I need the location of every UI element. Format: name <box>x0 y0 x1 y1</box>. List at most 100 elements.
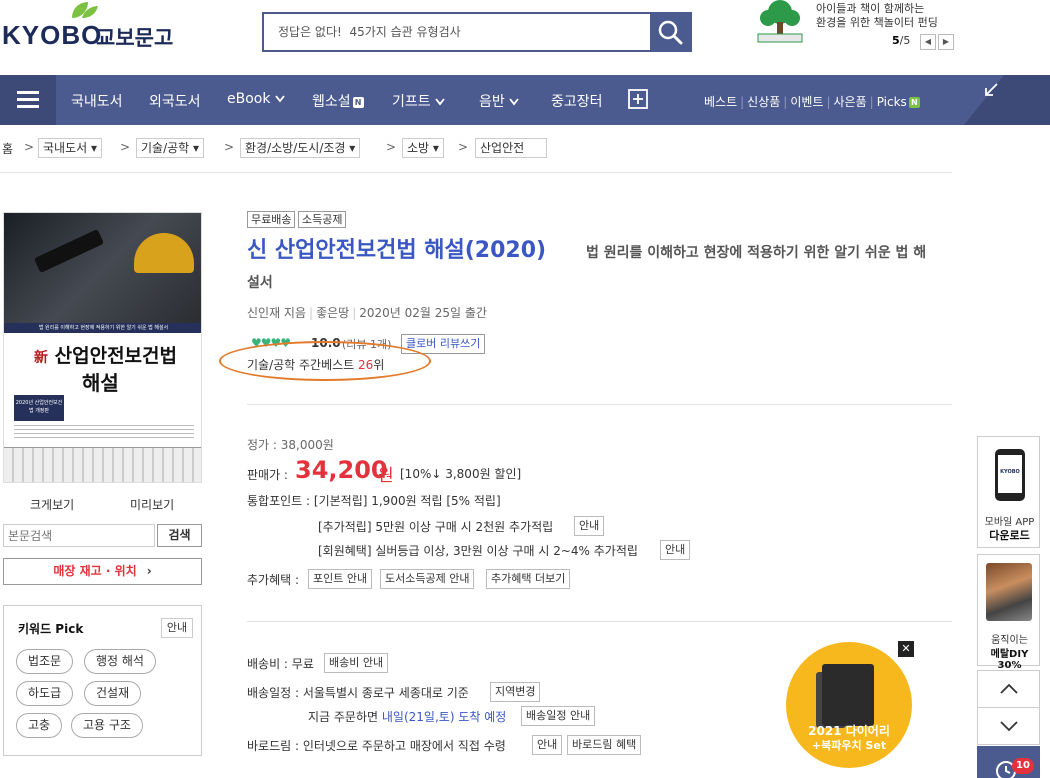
publisher-link[interactable]: 좋은땅 <box>316 306 349 320</box>
preview-link[interactable]: 미리보기 <box>130 496 174 513</box>
menu-button[interactable] <box>0 75 56 125</box>
mobile-app-download[interactable]: KYOBO 모바일 APP 다운로드 <box>977 436 1040 548</box>
list-price: 38,000원 <box>280 438 334 452</box>
benefit-label: 추가혜택 : <box>247 573 300 587</box>
chevron-down-icon <box>999 721 1018 732</box>
shipping-fee-info-button[interactable]: 배송비 안내 <box>324 653 389 673</box>
barodrim-row: 바로드림 : 인터넷으로 주문하고 매장에서 직접 수령 <box>247 739 506 753</box>
banner-tree-icon <box>757 0 803 43</box>
banner-pager: 5/5 <box>892 34 911 47</box>
nav-picks[interactable]: Picks <box>877 95 907 109</box>
keyword-chip[interactable]: 고충 <box>16 713 63 738</box>
diary-promo-banner[interactable]: 2021 다이어리 +북파우치 Set <box>786 642 912 768</box>
banner-prev-button[interactable]: ◀ <box>920 34 936 50</box>
zoom-link[interactable]: 크게보기 <box>30 496 74 513</box>
book-cover-image[interactable]: 법 원리를 이해하고 현장에 적용하기 위한 알기 쉬운 법 해설서 新 산업안… <box>3 212 202 483</box>
breadcrumb-safety[interactable]: 산업안전 <box>475 138 547 158</box>
breadcrumb-home[interactable]: 홈 <box>2 140 13 157</box>
nav-domestic-books[interactable]: 국내도서 <box>71 91 123 111</box>
sale-price-unit: 원 <box>378 466 394 486</box>
chevron-down-icon <box>275 95 285 103</box>
free-shipping-tag: 무료배송 <box>247 211 296 228</box>
more-benefits-button[interactable]: 추가혜택 더보기 <box>486 569 571 589</box>
nav-new[interactable]: 신상품 <box>747 95 780 109</box>
chevron-down-icon <box>435 98 445 106</box>
shipping-schedule-info-button[interactable]: 배송일정 안내 <box>521 706 596 726</box>
nav-best[interactable]: 베스트 <box>704 95 737 109</box>
breadcrumb-sep: > <box>24 140 35 154</box>
breadcrumb-tech[interactable]: 기술/공학 ▾ <box>136 138 205 158</box>
banner-next-button[interactable]: ▶ <box>938 34 954 50</box>
ad-line2: 메탈DIY 30% <box>990 649 1029 671</box>
collapse-arrow-icon <box>985 83 998 96</box>
change-region-button[interactable]: 지역변경 <box>490 682 541 702</box>
nav-web-novel[interactable]: 웹소설 N <box>312 91 364 111</box>
search-input[interactable] <box>264 14 648 50</box>
points-basic-row: 통합포인트 : [기본적립] 1,900원 적립 [5% 적립] <box>247 494 501 508</box>
chevron-up-icon <box>999 683 1018 694</box>
ad-line1: 움직이는 <box>991 635 1028 646</box>
scroll-down-button[interactable] <box>977 707 1040 745</box>
plus-box-icon <box>628 89 648 109</box>
author-link[interactable]: 신인재 지음 <box>247 306 306 320</box>
close-icon[interactable]: ✕ <box>898 641 914 657</box>
barodrim-info-button[interactable]: 안내 <box>532 735 563 755</box>
nav-more-button[interactable] <box>628 89 648 113</box>
point-info-button[interactable]: 포인트 안내 <box>308 569 373 589</box>
nav-gifts[interactable]: 사은품 <box>834 95 867 109</box>
recent-count-badge: 10 <box>1012 758 1034 774</box>
nav-ebook[interactable]: eBook <box>227 91 285 107</box>
nav-used-market[interactable]: 중고장터 <box>551 91 603 111</box>
breadcrumb-environment[interactable]: 환경/소방/도시/조경 ▾ <box>240 138 361 158</box>
product-subtitle: 법 원리를 이해하고 현장에 적용하기 위한 알기 쉬운 법 해 <box>586 245 927 261</box>
ad-product-image <box>986 563 1032 621</box>
keyword-chip[interactable]: 고용 구조 <box>71 713 143 738</box>
keyword-info-button[interactable]: 안내 <box>161 618 193 638</box>
keyword-chip[interactable]: 법조문 <box>16 649 74 674</box>
points-member-info-button[interactable]: 안내 <box>660 540 691 560</box>
divider <box>0 172 952 173</box>
app-line1: 모바일 APP <box>984 517 1035 528</box>
chevron-down-icon <box>509 98 519 106</box>
keyword-chip[interactable]: 행정 해석 <box>84 649 156 674</box>
app-line2: 다운로드 <box>989 529 1030 542</box>
banner-line2: 환경을 위한 책놀이터 펀딩 <box>816 16 938 29</box>
logo-text-ko: 교보문고 <box>96 26 174 50</box>
breadcrumb-sep: > <box>386 140 397 154</box>
nav-gift[interactable]: 기프트 <box>392 91 445 111</box>
kyobo-logo[interactable]: KYOBO 교보문고 <box>0 0 180 50</box>
fulltext-search-input[interactable] <box>3 524 155 547</box>
arrival-estimate: 지금 주문하면 내일(21일,토) 도착 예정 <box>308 710 507 724</box>
hamburger-icon <box>17 91 39 108</box>
barodrim-benefit-button[interactable]: 바로드림 혜택 <box>567 735 642 755</box>
nav-music[interactable]: 음반 <box>479 91 519 111</box>
top-banner[interactable]: 아이들과 책이 함께하는 환경을 위한 책놀이터 펀딩 5/5 ◀ ▶ <box>752 0 962 52</box>
cover-title-line1: 新 산업안전보건법 <box>34 345 177 367</box>
nav-event[interactable]: 이벤트 <box>790 95 823 109</box>
phone-icon: KYOBO <box>995 449 1025 501</box>
search-icon <box>658 20 683 45</box>
breadcrumb-domestic[interactable]: 국내도서 ▾ <box>38 138 103 158</box>
scroll-up-button[interactable] <box>977 670 1040 708</box>
main-nav: 국내도서 외국도서 eBook 웹소설 N 기프트 음반 중고장터 베스트 | 신상품… <box>0 75 1050 125</box>
nav-foreign-books[interactable]: 외국도서 <box>149 91 201 111</box>
keyword-chip[interactable]: 건설재 <box>84 681 142 706</box>
store-stock-button[interactable]: 매장 재고 · 위치 › <box>3 558 202 585</box>
tax-deduction-info-button[interactable]: 도서소득공제 안내 <box>380 569 475 589</box>
cover-body-lines <box>14 425 194 441</box>
nav-collapse-button[interactable] <box>964 75 1050 125</box>
breadcrumb-sep: > <box>224 140 235 154</box>
logo-leaf-icon <box>72 2 98 18</box>
recent-items-button[interactable]: 10 <box>977 746 1040 778</box>
tax-deduction-tag: 소득공제 <box>298 211 347 228</box>
search-bar <box>262 12 692 52</box>
keyword-pick-box: 키워드 Pick 안내 법조문 행정 해석 하도급 건설재 고충 고용 구조 <box>3 605 202 756</box>
points-extra-info-button[interactable]: 안내 <box>574 516 605 536</box>
breadcrumb-fire[interactable]: 소방 ▾ <box>402 138 444 158</box>
shipping-schedule: 배송일정 : 서울특별시 종로구 세종대로 기준 <box>247 686 469 700</box>
search-button[interactable] <box>650 14 690 50</box>
fulltext-search-button[interactable]: 검색 <box>157 524 202 547</box>
side-ad-banner[interactable]: 움직이는 메탈DIY 30% <box>977 554 1040 671</box>
promo-diary-shape <box>822 664 874 726</box>
keyword-chip[interactable]: 하도급 <box>16 681 74 706</box>
